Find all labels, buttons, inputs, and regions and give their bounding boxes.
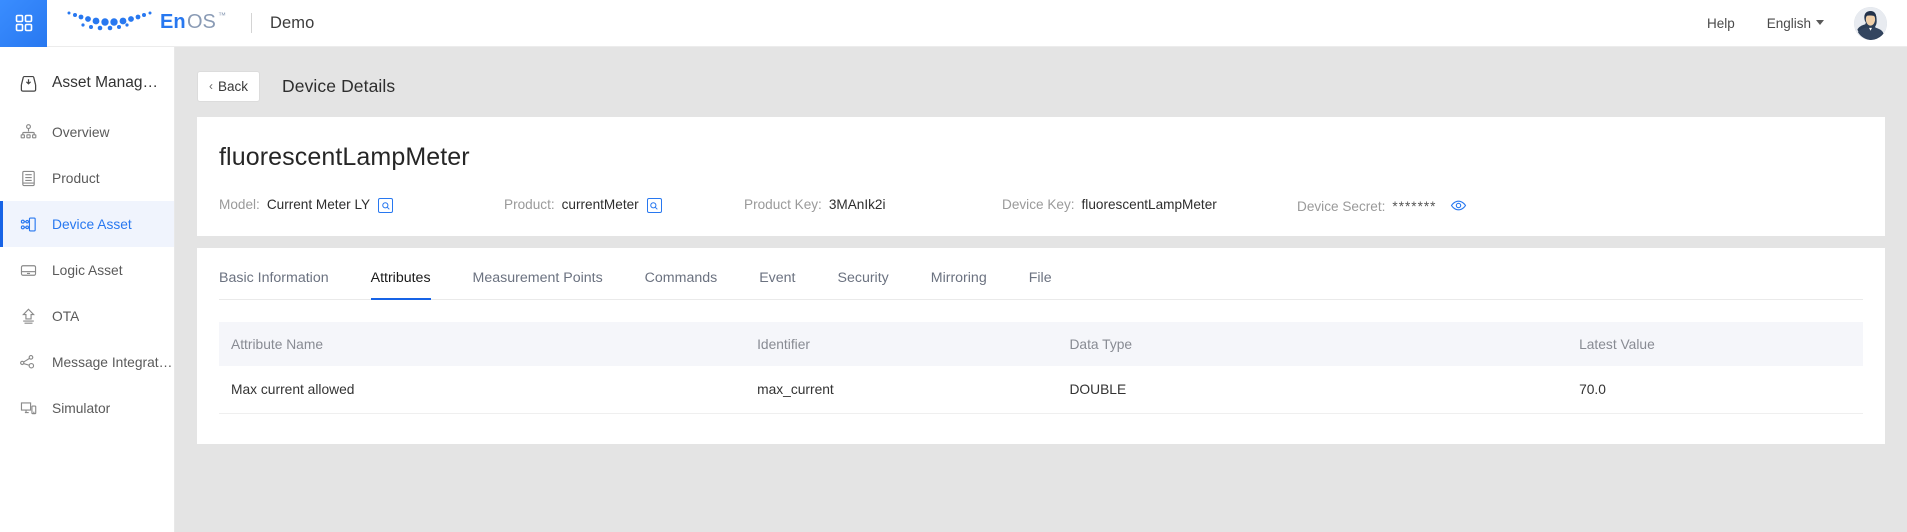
tab-file[interactable]: File — [1029, 270, 1052, 299]
top-header-bar: En OS ™ Demo Help English — [0, 0, 1907, 47]
brand-divider — [251, 13, 252, 33]
meta-label: Device Secret: — [1297, 199, 1385, 214]
tab-attributes[interactable]: Attributes — [371, 270, 431, 299]
header-actions: Help English — [1691, 0, 1907, 47]
tab-security[interactable]: Security — [838, 270, 889, 299]
device-info-card: fluorescentLampMeter Model: Current Mete… — [197, 117, 1885, 236]
svg-text:™: ™ — [218, 11, 226, 20]
sidebar-item-label: Message Integration — [52, 355, 174, 370]
user-avatar[interactable] — [1854, 7, 1887, 40]
apps-grid-icon — [14, 13, 34, 33]
meta-value: currentMeter — [562, 197, 639, 212]
sidebar-item-label: Product — [52, 171, 100, 186]
page-header: ‹ Back Device Details — [175, 47, 1907, 105]
sidebar-item-ota[interactable]: OTA — [0, 293, 174, 339]
main-content: ‹ Back Device Details fluorescentLampMet… — [175, 47, 1907, 532]
table-header: Attribute Name Identifier Data Type Late… — [219, 322, 1863, 366]
column-header-attribute-name: Attribute Name — [219, 322, 745, 366]
cell-attribute-name: Max current allowed — [219, 366, 745, 414]
enos-logo[interactable]: En OS ™ — [61, 6, 233, 40]
meta-value: fluorescentLampMeter — [1082, 197, 1217, 212]
meta-device-key: Device Key: fluorescentLampMeter — [1002, 197, 1297, 212]
device-detail-tabs-card: Basic Information Attributes Measurement… — [197, 248, 1885, 444]
cell-identifier: max_current — [745, 366, 1057, 414]
sidebar-item-label: Device Asset — [52, 217, 132, 232]
cell-latest-value: 70.0 — [1567, 366, 1863, 414]
meta-model: Model: Current Meter LY — [219, 196, 504, 212]
svg-text:En: En — [160, 11, 186, 33]
sidebar-item-label: Overview — [52, 125, 110, 140]
meta-product: Product: currentMeter — [504, 196, 744, 212]
sidebar-item-device-asset[interactable]: Device Asset — [0, 201, 174, 247]
tab-mirroring[interactable]: Mirroring — [931, 270, 987, 299]
hierarchy-icon — [19, 123, 38, 142]
app-name-label: Demo — [270, 14, 314, 33]
sidebar-item-overview[interactable]: Overview — [0, 109, 174, 155]
monitor-device-icon — [19, 399, 38, 418]
tab-commands[interactable]: Commands — [645, 270, 718, 299]
column-header-identifier: Identifier — [745, 322, 1057, 366]
sidebar-item-label: Logic Asset — [52, 263, 123, 278]
table-body: Max current allowed max_current DOUBLE 7… — [219, 366, 1863, 414]
upload-arrow-icon — [19, 307, 38, 326]
sidebar-item-asset-management[interactable]: Asset Manag… — [0, 57, 174, 109]
device-secret-masked-value: ******* — [1392, 199, 1436, 214]
sidebar-item-label: Asset Manag… — [52, 74, 158, 92]
sidebar-nav: Asset Manag… Overview Product — [0, 47, 175, 532]
eye-icon[interactable] — [1450, 197, 1467, 214]
meta-label: Product: — [504, 197, 555, 212]
attributes-table: Attribute Name Identifier Data Type Late… — [219, 322, 1863, 414]
sidebar-item-logic-asset[interactable]: Logic Asset — [0, 247, 174, 293]
asset-inbox-icon — [19, 74, 38, 93]
language-label: English — [1767, 16, 1811, 31]
back-button-label: Back — [218, 79, 248, 94]
cell-data-type: DOUBLE — [1057, 366, 1567, 414]
page-title: Device Details — [282, 76, 395, 97]
table-header-row: Attribute Name Identifier Data Type Late… — [219, 322, 1863, 366]
device-meta-row: Model: Current Meter LY Product: current… — [219, 194, 1863, 214]
meta-label: Model: — [219, 197, 260, 212]
table-row[interactable]: Max current allowed max_current DOUBLE 7… — [219, 366, 1863, 414]
apps-grid-button[interactable] — [0, 0, 47, 47]
brand-area: En OS ™ Demo — [61, 0, 314, 47]
sidebar-item-product[interactable]: Product — [0, 155, 174, 201]
meta-label: Device Key: — [1002, 197, 1075, 212]
chevron-left-icon: ‹ — [209, 80, 213, 92]
meta-device-secret: Device Secret: ******* — [1297, 194, 1467, 214]
meta-product-key: Product Key: 3MAnIk2i — [744, 197, 1002, 212]
tab-measurement-points[interactable]: Measurement Points — [473, 270, 603, 299]
share-nodes-icon — [19, 353, 38, 372]
back-button[interactable]: ‹ Back — [197, 71, 260, 102]
meta-value: Current Meter LY — [267, 197, 370, 212]
meta-label: Product Key: — [744, 197, 822, 212]
view-detail-icon[interactable] — [378, 198, 393, 213]
sidebar-item-simulator[interactable]: Simulator — [0, 385, 174, 431]
document-icon — [19, 169, 38, 188]
column-header-data-type: Data Type — [1057, 322, 1567, 366]
tab-bar: Basic Information Attributes Measurement… — [219, 248, 1863, 300]
sidebar-item-message-integration[interactable]: Message Integration — [0, 339, 174, 385]
sidebar-item-label: Simulator — [52, 401, 110, 416]
chevron-down-icon — [1816, 20, 1824, 25]
column-header-latest-value: Latest Value — [1567, 322, 1863, 366]
device-name-heading: fluorescentLampMeter — [219, 143, 1863, 172]
language-selector[interactable]: English — [1751, 0, 1840, 47]
device-node-icon — [19, 215, 38, 234]
drawer-icon — [19, 261, 38, 280]
svg-text:OS: OS — [187, 11, 216, 33]
help-link[interactable]: Help — [1691, 0, 1751, 47]
meta-value: 3MAnIk2i — [829, 197, 886, 212]
view-detail-icon[interactable] — [647, 198, 662, 213]
tab-basic-information[interactable]: Basic Information — [219, 270, 329, 299]
sidebar-item-label: OTA — [52, 309, 79, 324]
tab-event[interactable]: Event — [759, 270, 795, 299]
